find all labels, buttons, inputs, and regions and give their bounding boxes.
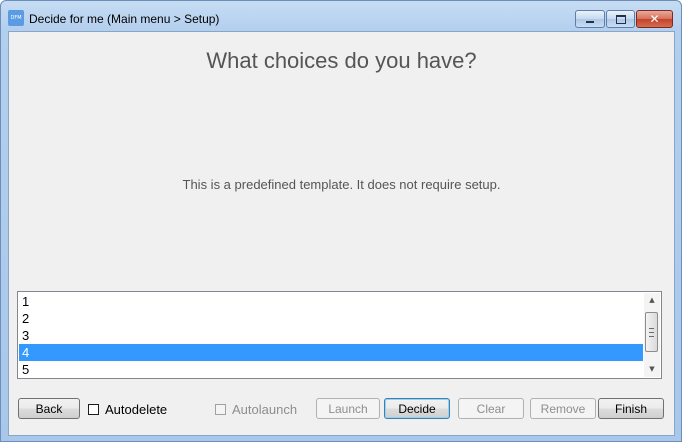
close-icon: ✕ — [649, 12, 660, 26]
choices-listbox[interactable]: 1 2 3 4 5 ▲ ▼ — [17, 291, 662, 379]
scroll-thumb[interactable] — [645, 312, 658, 352]
decide-button[interactable]: Decide — [384, 398, 450, 419]
app-icon: DFM — [8, 10, 24, 26]
grip-icon — [649, 327, 654, 337]
scroll-up-arrow-icon[interactable]: ▲ — [644, 293, 660, 308]
client-area: What choices do you have? This is a pred… — [8, 31, 675, 436]
autolaunch-label: Autolaunch — [232, 402, 298, 417]
maximize-icon — [615, 14, 626, 24]
launch-button[interactable]: Launch — [316, 398, 380, 419]
checkbox-box[interactable] — [215, 404, 226, 415]
checkbox-box[interactable] — [88, 404, 99, 415]
window-title: Decide for me (Main menu > Setup) — [29, 12, 220, 26]
maximize-button[interactable] — [606, 10, 635, 28]
list-item-selected[interactable]: 4 — [19, 344, 643, 361]
vertical-scrollbar[interactable]: ▲ ▼ — [644, 293, 660, 377]
app-window: DFM Decide for me (Main menu > Setup) ✕ … — [0, 0, 682, 442]
clear-button[interactable]: Clear — [458, 398, 524, 419]
close-button[interactable]: ✕ — [636, 10, 673, 28]
list-item[interactable]: 1 — [19, 293, 643, 310]
finish-button[interactable]: Finish — [598, 398, 664, 419]
minimize-button[interactable] — [575, 10, 605, 28]
back-button[interactable]: Back — [18, 398, 80, 419]
list-item[interactable]: 3 — [19, 327, 643, 344]
autodelete-label: Autodelete — [105, 402, 168, 417]
info-message: This is a predefined template. It does n… — [182, 177, 501, 192]
list-item[interactable]: 5 — [19, 361, 643, 378]
minimize-icon — [586, 21, 594, 23]
autolaunch-checkbox[interactable]: Autolaunch — [215, 402, 297, 417]
scroll-down-arrow-icon[interactable]: ▼ — [644, 362, 660, 377]
list-item[interactable]: 2 — [19, 310, 643, 327]
autodelete-checkbox[interactable]: Autodelete — [88, 402, 167, 417]
remove-button[interactable]: Remove — [530, 398, 596, 419]
title-bar[interactable]: DFM Decide for me (Main menu > Setup) ✕ — [1, 1, 681, 31]
page-title: What choices do you have? — [206, 48, 477, 73]
